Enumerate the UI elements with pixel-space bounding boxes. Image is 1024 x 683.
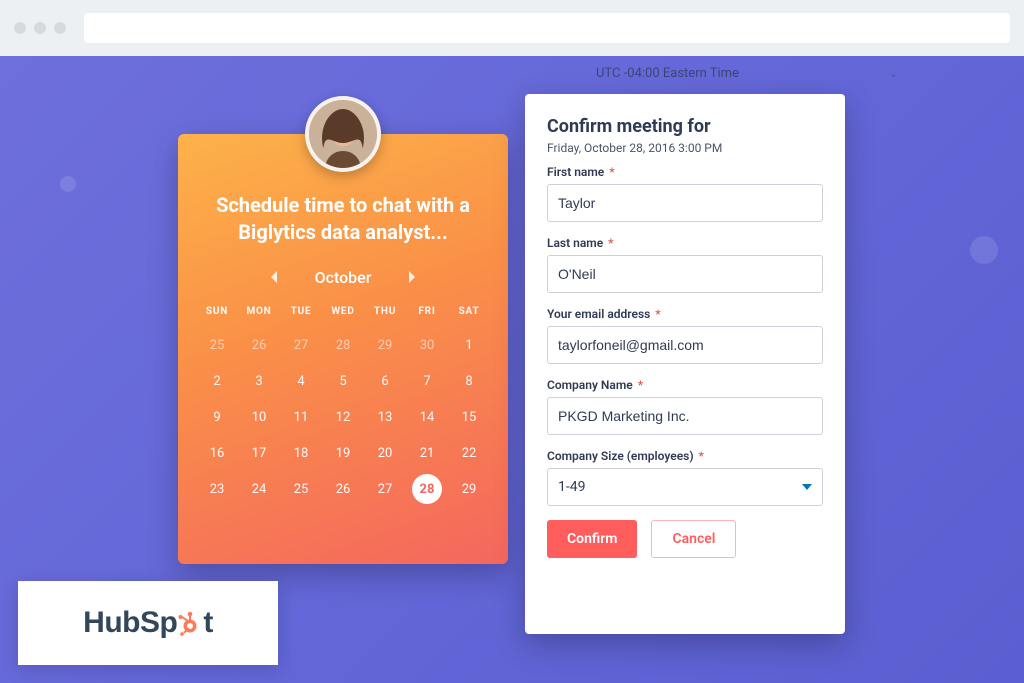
chevron-down-icon: ⌄ [889, 67, 898, 80]
calendar-headline: Schedule time to chat with a Biglytics d… [196, 192, 490, 260]
calendar-day[interactable]: 3 [238, 363, 280, 399]
calendar-day[interactable]: 5 [322, 363, 364, 399]
calendar-day[interactable]: 6 [364, 363, 406, 399]
calendar-day[interactable]: 8 [448, 363, 490, 399]
timezone-selector[interactable]: UTC -04:00 Eastern Time ⌄ [590, 64, 904, 83]
hubspot-logo: HubSp [18, 581, 278, 665]
calendar-day[interactable]: 15 [448, 399, 490, 435]
last-name-input[interactable] [547, 255, 823, 293]
calendar-day[interactable]: 16 [196, 435, 238, 471]
dow-label: FRI [406, 302, 448, 327]
meeting-datetime: Friday, October 28, 2016 3:00 PM [547, 141, 823, 155]
calendar-day[interactable]: 30 [406, 327, 448, 363]
decoration [60, 176, 76, 192]
calendar-day[interactable]: 29 [448, 471, 490, 507]
calendar-day[interactable]: 27 [364, 471, 406, 507]
avatar [305, 96, 381, 172]
caret-down-icon [802, 484, 812, 490]
sprocket-icon [177, 611, 203, 637]
calendar-grid: 2526272829301234567891011121314151617181… [196, 327, 490, 507]
calendar-day[interactable]: 7 [406, 363, 448, 399]
calendar-day[interactable]: 27 [280, 327, 322, 363]
company-size-label: Company Size (employees) * [547, 449, 823, 463]
calendar-day[interactable]: 29 [364, 327, 406, 363]
calendar-day[interactable]: 19 [322, 435, 364, 471]
calendar-day[interactable]: 25 [196, 327, 238, 363]
calendar-day[interactable]: 26 [238, 327, 280, 363]
calendar-day[interactable]: 9 [196, 399, 238, 435]
dow-label: SUN [196, 302, 238, 327]
last-name-label: Last name * [547, 236, 823, 250]
company-size-select[interactable]: 1-49 [547, 468, 823, 506]
calendar-day[interactable]: 20 [364, 435, 406, 471]
confirm-form: Confirm meeting for Friday, October 28, … [525, 94, 845, 634]
day-of-week-header: SUNMONTUEWEDTHUFRISAT [196, 302, 490, 327]
calendar-day[interactable]: 21 [406, 435, 448, 471]
dow-label: TUE [280, 302, 322, 327]
first-name-label: First name * [547, 165, 823, 179]
calendar-day[interactable]: 13 [364, 399, 406, 435]
first-name-input[interactable] [547, 184, 823, 222]
dow-label: SAT [448, 302, 490, 327]
calendar-day-selected[interactable]: 28 [412, 474, 442, 504]
dow-label: WED [322, 302, 364, 327]
month-label: October [315, 268, 372, 287]
window-dot [34, 22, 46, 34]
calendar-day[interactable]: 12 [322, 399, 364, 435]
company-input[interactable] [547, 397, 823, 435]
timezone-label: UTC -04:00 Eastern Time [596, 66, 739, 81]
calendar-day[interactable]: 28 [322, 327, 364, 363]
company-size-value: 1-49 [558, 479, 585, 495]
calendar-day[interactable]: 22 [448, 435, 490, 471]
calendar-day[interactable]: 11 [280, 399, 322, 435]
logo-text: t [203, 606, 213, 640]
stage: UTC -04:00 Eastern Time ⌄ Schedule time … [0, 56, 1024, 683]
dow-label: THU [364, 302, 406, 327]
calendar-day[interactable]: 25 [280, 471, 322, 507]
logo-text: HubSp [83, 606, 177, 640]
calendar-day[interactable]: 4 [280, 363, 322, 399]
calendar-panel: Schedule time to chat with a Biglytics d… [178, 134, 508, 564]
email-label: Your email address * [547, 307, 823, 321]
calendar-day[interactable]: 1 [448, 327, 490, 363]
email-input[interactable] [547, 326, 823, 364]
window-dot [54, 22, 66, 34]
cancel-button[interactable]: Cancel [651, 520, 736, 558]
browser-chrome [0, 0, 1024, 56]
calendar-day[interactable]: 14 [406, 399, 448, 435]
decoration [970, 236, 998, 264]
calendar-day[interactable]: 17 [238, 435, 280, 471]
company-label: Company Name * [547, 378, 823, 392]
form-title: Confirm meeting for [547, 116, 823, 137]
calendar-day[interactable]: 24 [238, 471, 280, 507]
calendar-day[interactable]: 2 [196, 363, 238, 399]
calendar-day[interactable]: 10 [238, 399, 280, 435]
calendar-day[interactable]: 26 [322, 471, 364, 507]
address-bar[interactable] [84, 13, 1010, 43]
confirm-button[interactable]: Confirm [547, 520, 637, 558]
dow-label: MON [238, 302, 280, 327]
window-dot [14, 22, 26, 34]
calendar-day[interactable]: 18 [280, 435, 322, 471]
calendar-day[interactable]: 23 [196, 471, 238, 507]
prev-month-button[interactable] [263, 266, 285, 288]
next-month-button[interactable] [401, 266, 423, 288]
